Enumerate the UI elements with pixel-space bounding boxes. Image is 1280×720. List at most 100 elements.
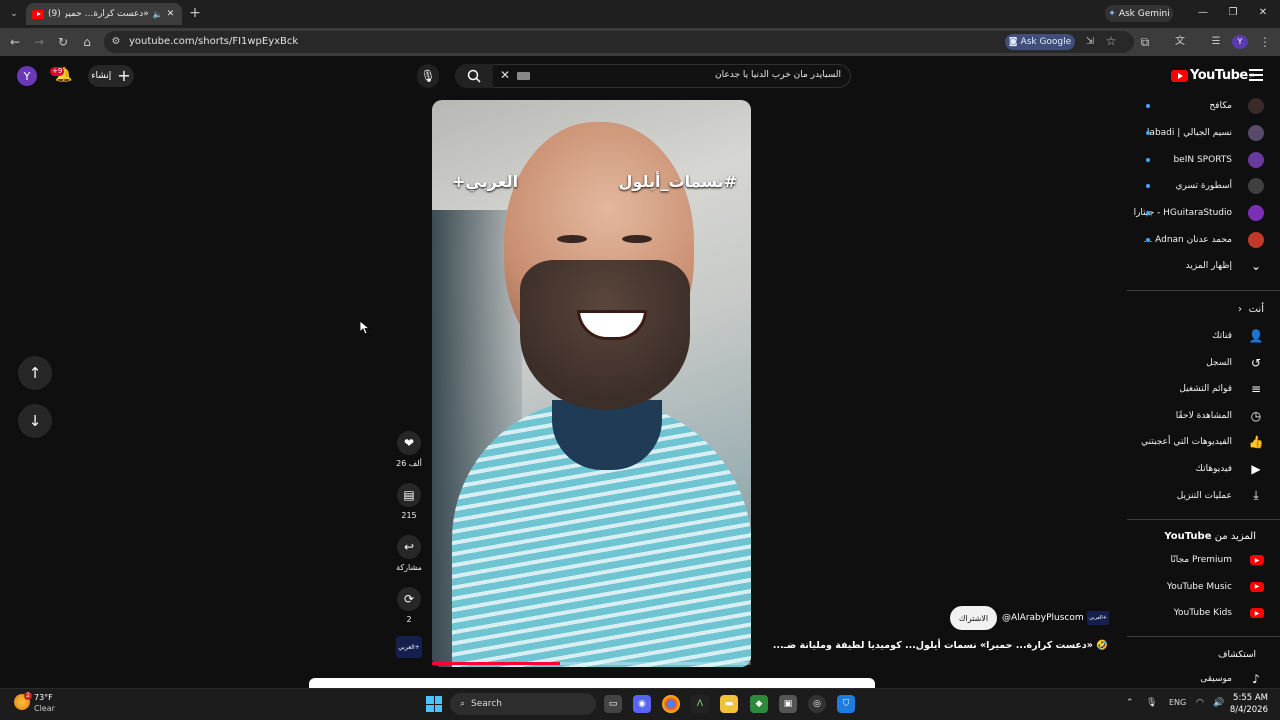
tray-mic-icon[interactable]: 🎙 [1146, 698, 1157, 708]
app-tool-icon[interactable]: ▣ [779, 695, 797, 713]
channel-thumbnail[interactable]: العربي+ [396, 636, 422, 658]
hamburger-menu-icon[interactable] [1249, 69, 1263, 81]
app-circle-icon[interactable]: ◎ [808, 695, 826, 713]
remix-icon[interactable]: ⟳ [397, 587, 421, 611]
remix-action[interactable]: ⟳ 2 [396, 587, 422, 624]
language-indicator[interactable]: ENG [1169, 698, 1186, 707]
file-explorer-icon[interactable]: ▬ [720, 695, 738, 713]
discord-icon[interactable]: ◉ [633, 695, 651, 713]
search-input[interactable]: السبايدر مان خرب الدنيا يا جدعان [715, 70, 841, 80]
lens-icon: ◙ [1008, 37, 1018, 47]
sidebar-subscription-item[interactable]: HGuitaraStudio - جيتارا [1130, 200, 1280, 226]
sidebar-subscription-item[interactable]: أسطورة تسري [1130, 173, 1280, 199]
task-view-icon[interactable]: ▭ [604, 695, 622, 713]
previous-short-button[interactable]: ↑ [18, 356, 52, 390]
comments-action[interactable]: ▤ 215 [396, 483, 422, 520]
sidebar-you-item[interactable]: المشاهدة لاحقًا ◷ [1130, 403, 1280, 429]
restore-icon[interactable]: ❐ [1226, 7, 1240, 18]
video-progress-fill [432, 662, 560, 665]
youtube-logo[interactable]: YouTube JO [1171, 68, 1255, 83]
ask-gemini-button[interactable]: ✦ Ask Gemini [1105, 5, 1173, 22]
chrome-icon[interactable] [662, 695, 680, 713]
sidebar-you-item[interactable]: السجل ↺ [1130, 350, 1280, 376]
sidebar-more-item[interactable]: YouTube Music ▶ [1130, 574, 1280, 600]
sidebar-subscription-item[interactable]: نسيم الجبالي | labadi [1130, 120, 1280, 146]
sidebar-show-more[interactable]: إظهار المزيد ⌄ [1130, 253, 1280, 279]
keyboard-icon[interactable] [517, 72, 530, 80]
sidebar-you-header[interactable]: أنت › [1130, 296, 1280, 322]
comment-count: 215 [401, 511, 417, 520]
tab-search-icon[interactable]: ☰ [1208, 35, 1224, 49]
sidebar-you-item[interactable]: قوائم التشغيل ≡ [1130, 376, 1280, 402]
tab-mute-icon[interactable]: 🔈 [153, 10, 163, 19]
sidebar-you-item[interactable]: قناتك 👤 [1130, 323, 1280, 349]
home-icon[interactable]: ⌂ [79, 35, 95, 49]
sidebar-more-item[interactable]: YouTube Kids ▶ [1130, 600, 1280, 626]
short-video-player[interactable]: العربي+ #نسمات_أيلول [432, 100, 751, 667]
you-item-label: الفيديوهات التي أعجبتني [1141, 437, 1232, 448]
tab-close-icon[interactable]: ✕ [167, 9, 175, 19]
you-item-label: فيديوهاتك [1195, 464, 1232, 474]
clear-search-icon[interactable]: ✕ [498, 68, 512, 82]
browser-tab[interactable]: (9) «دعست كرارة... حميرا 🔈 ✕ [26, 3, 182, 25]
minimize-icon[interactable]: — [1196, 7, 1210, 18]
new-content-dot [1146, 157, 1150, 162]
youtube-app-icon: ▶ [1250, 581, 1264, 592]
sidebar-subscription-item[interactable]: محمد عدنان Adnan ... [1130, 227, 1280, 253]
install-app-icon[interactable]: ⇲ [1082, 35, 1098, 49]
search-button[interactable] [455, 64, 493, 88]
like-action[interactable]: ❤ 26 ألف [396, 431, 422, 468]
video-overlay-hashtag: #نسمات_أيلول [618, 172, 737, 191]
site-info-icon[interactable]: ⚙ [108, 35, 124, 49]
more-from-brand: YouTube [1164, 531, 1212, 542]
chevron-down-icon: ⌄ [1250, 259, 1262, 273]
youtube-app-icon: ▶ [1250, 608, 1264, 619]
close-window-icon[interactable]: ✕ [1256, 7, 1270, 18]
voice-search-mic-icon[interactable]: 🎙 [417, 64, 439, 88]
taskbar-search[interactable]: ⌕ Search [450, 693, 596, 715]
comment-icon[interactable]: ▤ [397, 483, 421, 507]
sidebar-more-item[interactable]: Premium مجانًا ▶ [1130, 547, 1280, 573]
create-button[interactable]: إنشاء + [88, 65, 134, 87]
sidebar-you-item[interactable]: فيديوهاتك ▶ [1130, 456, 1280, 482]
tab-list-icon[interactable]: ⌄ [6, 7, 22, 21]
app-a-icon[interactable]: Λ [691, 695, 709, 713]
clock-date[interactable]: 8/4/2026 [1230, 705, 1268, 715]
browser-menu-icon[interactable]: ⋮ [1257, 35, 1273, 49]
sidebar-you-item[interactable]: الفيديوهات التي أعجبتني 👍 [1130, 429, 1280, 455]
short-title[interactable]: 🤣 «دعست كرارة... حميرا» نسمات أيلول... ك… [773, 640, 1108, 651]
windows-start-icon[interactable] [426, 696, 442, 712]
tray-chevron-icon[interactable]: ⌃ [1126, 698, 1134, 708]
volume-icon[interactable]: 🔊 [1213, 698, 1224, 708]
sidebar-you-item[interactable]: عمليات التنزيل ⤓ [1130, 483, 1280, 509]
forward-icon[interactable]: → [31, 35, 47, 49]
account-avatar[interactable]: Y [17, 66, 37, 86]
wifi-icon[interactable]: ◠ [1196, 698, 1204, 708]
extensions-icon[interactable]: ⧉ [1137, 35, 1153, 49]
url-text[interactable]: youtube.com/shorts/FI1wpEyxBck [129, 36, 298, 47]
reload-icon[interactable]: ↻ [55, 35, 71, 49]
weather-temperature[interactable]: 73°F [34, 693, 53, 702]
ask-google-label: Ask Google [1020, 37, 1072, 47]
back-icon[interactable]: ← [7, 35, 23, 49]
sidebar-subscription-item[interactable]: مكافح [1130, 93, 1280, 119]
app-green-icon[interactable]: ◆ [750, 695, 768, 713]
bookmark-star-icon[interactable]: ☆ [1103, 34, 1119, 48]
you-item-label: قوائم التشغيل [1179, 384, 1232, 395]
next-short-button[interactable]: ↓ [18, 404, 52, 438]
ask-google-button[interactable]: ◙ Ask Google [1005, 34, 1075, 50]
sidebar-subscription-item[interactable]: beIN SPORTS [1130, 147, 1280, 173]
channel-handle[interactable]: @AlArabyPluscom [1002, 613, 1084, 623]
new-tab-icon[interactable]: + [187, 6, 203, 20]
channel-avatar[interactable]: العربي+ [1087, 611, 1109, 625]
translate-icon[interactable]: 文 [1172, 35, 1188, 49]
app-shield-icon[interactable]: ⛉ [837, 695, 855, 713]
sidebar-divider [1127, 636, 1280, 637]
subscribe-button[interactable]: الاشتراك [950, 606, 997, 630]
weather-condition[interactable]: Clear [34, 704, 55, 713]
share-icon[interactable]: ↩ [397, 535, 421, 559]
heart-icon[interactable]: ❤ [397, 431, 421, 455]
clock-time[interactable]: 5:55 AM [1233, 693, 1268, 703]
share-action[interactable]: ↩ مشاركة [396, 535, 422, 572]
profile-icon[interactable]: Y [1232, 35, 1248, 49]
